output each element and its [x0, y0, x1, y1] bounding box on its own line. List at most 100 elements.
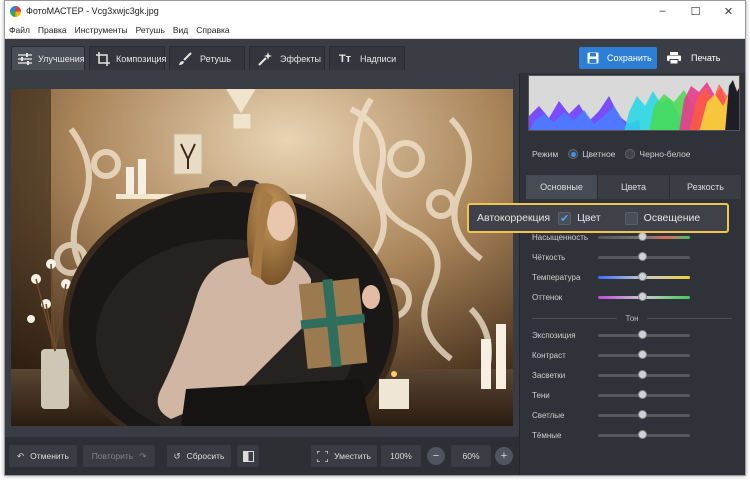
subtab-basic[interactable]: Основные	[526, 175, 598, 199]
app-logo-icon	[10, 5, 21, 17]
window-title: ФотоМАСТЕР - Vcg3xwjc3gk.jpg	[26, 6, 159, 16]
lighting-checkbox[interactable]	[624, 211, 638, 225]
sliders-icon	[18, 52, 32, 66]
slider-clarity[interactable]: Чёткость	[532, 251, 732, 263]
tab-effects[interactable]: Эффекты	[249, 46, 325, 70]
minus-icon: −	[432, 450, 440, 462]
slider-knob[interactable]	[638, 232, 647, 241]
zoom-out-button[interactable]: −	[427, 447, 445, 465]
radio-bw[interactable]	[625, 149, 636, 159]
fit-button[interactable]: Уместить	[311, 445, 377, 467]
fit-label: Уместить	[334, 451, 371, 461]
print-label: Печать	[691, 53, 721, 63]
undo-icon: ↶	[17, 450, 25, 461]
reset-button[interactable]: ↺ Сбросить	[167, 445, 231, 467]
slider-knob[interactable]	[638, 390, 647, 399]
slider-knob[interactable]	[638, 350, 647, 359]
tone-section-title: Тон	[532, 313, 733, 323]
bottom-toolbar: ↶ Отменить Повторить ↷ ↺ Сбросить Умести…	[5, 437, 519, 475]
histogram	[528, 75, 740, 131]
print-button[interactable]: Печать	[661, 47, 731, 69]
menu-help[interactable]: Справка	[192, 25, 233, 35]
app-window: ФотоМАСТЕР - Vcg3xwjc3gk.jpg – ☐ ✕ Файл …	[4, 0, 746, 476]
tab-enhancements[interactable]: Улучшения	[11, 46, 85, 70]
adjustments-panel: Режим Цветное Черно-белое Основные Цвета…	[519, 73, 745, 475]
slider-knob[interactable]	[638, 370, 647, 379]
text-icon: Tт	[338, 52, 352, 65]
color-checkbox-label[interactable]: Цвет	[577, 212, 601, 224]
tab-composition[interactable]: Композиция	[89, 46, 167, 70]
slider-temperature[interactable]: Температура	[532, 271, 732, 283]
compare-button[interactable]	[237, 445, 259, 467]
crop-icon	[96, 51, 110, 66]
slider-contrast[interactable]: Контраст	[532, 349, 732, 361]
slider-shadows[interactable]: Тени	[532, 389, 732, 401]
slider-knob[interactable]	[638, 430, 647, 439]
floppy-icon	[587, 52, 599, 64]
minimize-button[interactable]: –	[646, 1, 679, 21]
menu-edit[interactable]: Правка	[34, 25, 71, 35]
subtab-sharpness[interactable]: Резкость	[670, 175, 742, 199]
slider-exposure[interactable]: Экспозиция	[532, 329, 732, 341]
zoom-value[interactable]: 60%	[451, 445, 491, 467]
photo-illustration	[11, 89, 513, 426]
autocorrection-bar: Автокоррекция ✔ Цвет Освещение	[467, 203, 729, 233]
radio-bw-label[interactable]: Черно-белое	[639, 149, 690, 159]
slider-knob[interactable]	[638, 252, 647, 261]
slider-knob[interactable]	[638, 410, 647, 419]
reset-icon: ↺	[173, 450, 181, 461]
redo-icon: ↷	[139, 450, 147, 461]
save-button[interactable]: Сохранить	[579, 47, 657, 69]
tab-retouch[interactable]: Ретушь	[169, 46, 245, 70]
menu-file[interactable]: Файл	[5, 25, 34, 35]
autocorrection-label: Автокоррекция	[477, 212, 551, 224]
reset-label: Сбросить	[186, 451, 225, 461]
slider-tint[interactable]: Оттенок	[532, 291, 732, 303]
radio-color-label[interactable]: Цветное	[582, 149, 615, 159]
adjustment-subtabs: Основные Цвета Резкость	[526, 175, 742, 199]
zoom-in-button[interactable]: +	[495, 447, 513, 465]
undo-label: Отменить	[30, 451, 69, 461]
main-toolbar: Улучшения Композиция Ретушь Эффекты Tт Н…	[5, 39, 745, 73]
color-mode-row: Режим Цветное Черно-белое	[532, 149, 691, 159]
slider-knob[interactable]	[638, 292, 647, 301]
mode-label: Режим	[532, 149, 559, 159]
menu-view[interactable]: Вид	[169, 25, 192, 35]
menu-retouch[interactable]: Ретушь	[132, 25, 169, 35]
printer-icon	[667, 52, 681, 64]
radio-color[interactable]	[568, 149, 579, 159]
zoom-100-button[interactable]: 100%	[381, 445, 421, 467]
checkmark-icon: ✔	[560, 212, 570, 225]
close-button[interactable]: ✕	[712, 1, 745, 21]
tab-text[interactable]: Tт Надписи	[329, 46, 405, 70]
save-label: Сохранить	[607, 53, 652, 63]
tab-label: Композиция	[116, 53, 167, 64]
color-checkbox[interactable]: ✔	[558, 211, 572, 225]
menu-tools[interactable]: Инструменты	[71, 25, 132, 35]
slider-knob[interactable]	[638, 272, 647, 281]
subtab-colors[interactable]: Цвета	[598, 175, 670, 199]
slider-knob[interactable]	[638, 330, 647, 339]
tab-label: Надписи	[360, 53, 397, 64]
tab-label: Улучшения	[38, 53, 85, 64]
title-bar: ФотоМАСТЕР - Vcg3xwjc3gk.jpg – ☐ ✕	[5, 1, 745, 21]
photo-image[interactable]	[11, 89, 513, 426]
redo-button[interactable]: Повторить ↷	[83, 445, 155, 467]
window-controls: – ☐ ✕	[646, 1, 745, 21]
plus-icon: +	[500, 450, 508, 462]
slider-highlights[interactable]: Засветки	[532, 369, 732, 381]
photo-canvas-area	[5, 73, 519, 437]
effects-icon	[256, 51, 274, 66]
compare-icon	[242, 450, 254, 462]
tab-label: Эффекты	[280, 53, 321, 64]
redo-label: Повторить	[91, 451, 134, 461]
menu-bar: Файл Правка Инструменты Ретушь Вид Справ…	[5, 21, 745, 39]
tab-label: Ретушь	[200, 53, 231, 64]
maximize-button[interactable]: ☐	[679, 1, 712, 21]
fit-icon	[317, 450, 329, 462]
undo-button[interactable]: ↶ Отменить	[9, 445, 77, 467]
slider-blacks[interactable]: Тёмные	[532, 429, 732, 441]
brush-icon	[176, 51, 194, 66]
slider-whites[interactable]: Светлые	[532, 409, 732, 421]
lighting-checkbox-label[interactable]: Освещение	[644, 212, 701, 224]
